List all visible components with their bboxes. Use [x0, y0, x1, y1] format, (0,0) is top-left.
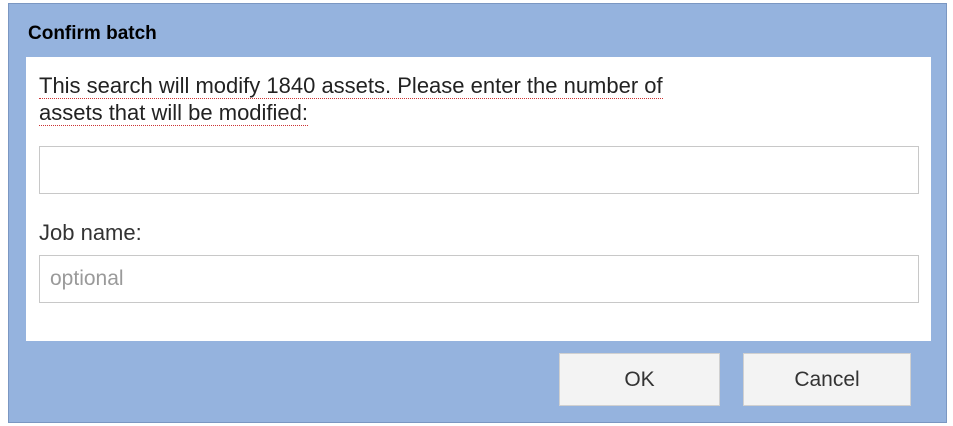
- dialog-title: Confirm batch: [28, 23, 157, 44]
- confirm-message: This search will modify 1840 assets. Ple…: [39, 72, 869, 126]
- confirm-batch-dialog: Confirm batch This search will modify 18…: [8, 3, 947, 423]
- asset-count-input[interactable]: [39, 146, 919, 194]
- confirm-message-line-1: This search will modify 1840 assets. Ple…: [39, 73, 663, 99]
- confirm-message-line-2: assets that will be modified:: [39, 100, 309, 126]
- dialog-body: This search will modify 1840 assets. Ple…: [26, 57, 931, 341]
- ok-button[interactable]: OK: [559, 353, 720, 406]
- job-name-input[interactable]: [39, 255, 919, 303]
- job-name-label: Job name:: [39, 220, 142, 245]
- cancel-button[interactable]: Cancel: [743, 353, 911, 406]
